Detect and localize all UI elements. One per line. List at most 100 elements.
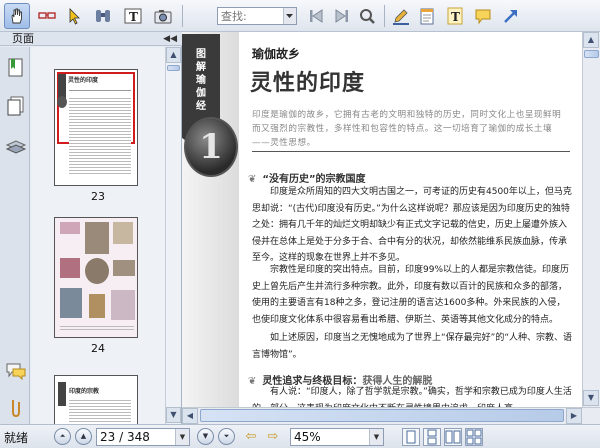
document-page: 图解瑜伽经 1 瑜伽故乡 灵性的印度 印度是瑜伽的故乡，它拥有古老的文明和独特的…	[182, 32, 582, 407]
find-next-button[interactable]	[329, 3, 355, 29]
zoom-value: 45%	[294, 430, 321, 444]
pdf-reader-window: T T	[0, 0, 600, 448]
magnifier-icon	[360, 9, 375, 24]
last-page-button[interactable]: ⏷	[218, 428, 235, 445]
facing-view-button[interactable]	[444, 428, 462, 446]
hand-tool-button[interactable]	[4, 3, 30, 29]
scroll-up-arrow[interactable]: ▲	[583, 32, 599, 48]
camera-icon	[154, 10, 172, 24]
paperclip-icon	[12, 400, 20, 418]
toolbar-separator	[384, 5, 385, 27]
comments-tab[interactable]	[5, 360, 27, 382]
svg-text:T: T	[451, 10, 460, 24]
hand-icon	[11, 8, 22, 24]
forward-button[interactable]: ⇨	[264, 429, 282, 445]
page-number-field[interactable]: 23 / 348 ▼	[96, 428, 190, 446]
scroll-thumb[interactable]	[584, 50, 599, 58]
page-indicator: 23 / 348	[100, 430, 150, 444]
chevron-down-icon[interactable]: ▼	[175, 429, 189, 445]
continuous-facing-view-button[interactable]	[465, 428, 483, 446]
search-button[interactable]	[354, 3, 380, 29]
find-next-icon	[335, 9, 348, 23]
scroll-down-arrow[interactable]: ▼	[583, 390, 599, 406]
speech-bubble-icon	[475, 9, 491, 25]
glasses-icon	[38, 12, 56, 19]
binoculars-icon	[96, 10, 110, 22]
continuous-view-button[interactable]	[423, 428, 441, 446]
collapse-panel-icon[interactable]: ◀◀	[163, 32, 177, 46]
toolbar-separator	[182, 5, 183, 27]
diagonal-arrow-icon	[504, 10, 517, 23]
bookmarks-tab[interactable]	[5, 57, 27, 79]
back-button[interactable]: ⇦	[242, 429, 260, 445]
snapshot-button[interactable]	[150, 3, 176, 29]
first-page-button[interactable]: ⏶	[54, 428, 71, 445]
scroll-thumb[interactable]	[167, 65, 180, 71]
paragraph: 印度是众所周知的四大文明古国之一，可考证的历史有4500年以上，但马克思却说：“…	[252, 187, 572, 263]
zoom-field[interactable]: 45% ▼	[290, 428, 384, 446]
chapter-title: 灵性的印度	[250, 71, 366, 96]
paragraph: 如上述原因，印度当之无愧地成为了世界上“保存最完好”的“人种、宗教、语言博物馆”…	[252, 333, 572, 360]
horizontal-scrollbar[interactable]: ◀ ▶	[182, 407, 600, 424]
note-tool-button[interactable]	[414, 3, 440, 29]
panel-header: 页面 ◀◀	[0, 32, 182, 46]
facing-pages-icon	[445, 430, 461, 444]
previous-page-button[interactable]: ▲	[75, 428, 92, 445]
main-toolbar: T T	[0, 0, 600, 32]
document-view[interactable]: 图解瑜伽经 1 瑜伽故乡 灵性的印度 印度是瑜伽的故乡，它拥有古老的文明和独特的…	[182, 32, 600, 424]
continuous-page-icon	[427, 429, 437, 445]
arrow-tool-button[interactable]	[498, 3, 524, 29]
find-previous-button[interactable]	[303, 3, 329, 29]
paragraph: 有人说：“印度人，除了哲学就是宗教。”确实，哲学和宗教已成为印度人生活的一部分。…	[252, 387, 572, 407]
chevron-down-icon[interactable]: ▼	[369, 429, 383, 445]
book-title: 图解瑜伽经	[196, 49, 206, 112]
scroll-left-arrow[interactable]: ◀	[182, 408, 198, 424]
page-thumbnail[interactable]: 印度的宗教	[54, 375, 138, 424]
scroll-up-arrow[interactable]: ▲	[166, 47, 181, 63]
continuous-facing-icon	[466, 429, 482, 445]
search-dropdown-button[interactable]	[283, 8, 296, 24]
search-field[interactable]	[217, 7, 297, 25]
scroll-right-arrow[interactable]: ▶	[566, 408, 582, 424]
binoculars-button[interactable]	[90, 3, 116, 29]
single-page-view-button[interactable]	[402, 428, 420, 446]
arrow-pointer-icon	[69, 8, 80, 25]
series-title: 瑜伽故乡	[252, 47, 301, 61]
search-input[interactable]	[218, 8, 282, 24]
pointer-tool-button[interactable]	[62, 3, 88, 29]
select-text-button[interactable]	[34, 3, 60, 29]
intro-divider	[252, 151, 570, 152]
layers-tab[interactable]	[5, 137, 27, 159]
bookmark-icon	[8, 58, 23, 77]
pencil-icon	[393, 9, 409, 25]
vertical-scrollbar[interactable]: ▲ ▼	[582, 32, 600, 407]
textbox-icon: T	[447, 7, 463, 25]
chapter-number: 1	[199, 127, 223, 167]
textbox-tool-button[interactable]: T	[442, 3, 468, 29]
panel-tab-strip	[0, 47, 30, 424]
status-bar: 就绪 ⏶ ▲ 23 / 348 ▼ ▼ ⏷ ⇦ ⇨ 45% ▼	[0, 424, 600, 448]
thumbnail-title: 印度的宗教	[69, 388, 100, 395]
pages-panel: 页面 ◀◀ 灵性的印度 23 24 印度的宗教 ▲ ▼	[0, 32, 182, 424]
page-thumbnail[interactable]	[54, 217, 138, 338]
highlight-tool-button[interactable]	[388, 3, 414, 29]
comment-tool-button[interactable]	[470, 3, 496, 29]
chevron-down-icon	[286, 14, 293, 18]
next-page-button[interactable]: ▼	[197, 428, 214, 445]
scroll-down-arrow[interactable]: ▼	[166, 407, 181, 423]
attachments-tab[interactable]	[5, 396, 27, 418]
layers-icon	[5, 140, 27, 154]
pages-icon	[7, 96, 24, 116]
text-tool-icon: T	[124, 8, 142, 24]
page-thumbnail[interactable]: 灵性的印度	[54, 69, 138, 186]
scroll-thumb[interactable]	[200, 409, 564, 422]
panel-title: 页面	[12, 32, 34, 45]
thumbnail-title: 灵性的印度	[68, 77, 99, 84]
status-text: 就绪	[4, 431, 29, 445]
pages-tab[interactable]	[5, 95, 27, 117]
thumbnail-scrollbar[interactable]: ▲ ▼	[165, 47, 181, 424]
find-previous-icon	[310, 9, 323, 23]
notepad-icon	[420, 8, 434, 25]
text-select-button[interactable]: T	[120, 3, 146, 29]
svg-text:T: T	[129, 10, 138, 24]
